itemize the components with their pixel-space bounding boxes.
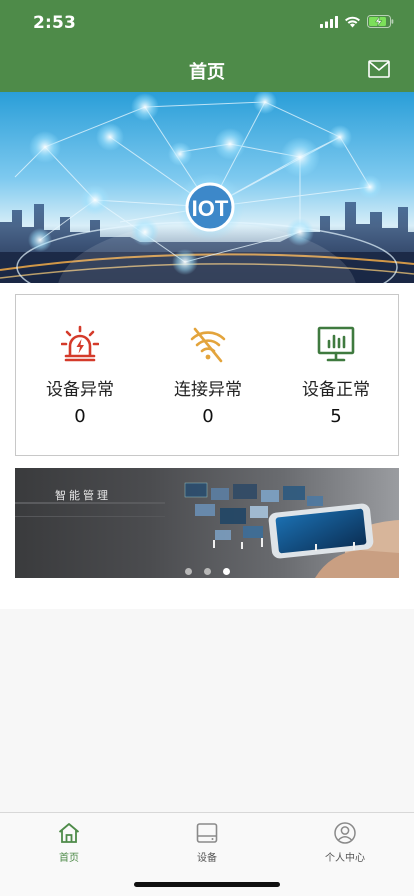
device-status-card: 设备异常 0 连接异常 0 设备正常 5 — [15, 294, 399, 456]
stat-value: 5 — [330, 406, 342, 427]
banner-title: 智能管理 — [55, 489, 111, 502]
status-bar: 2:53 — [0, 0, 414, 48]
carousel-dot-3[interactable] — [223, 568, 230, 575]
stat-value: 0 — [74, 406, 86, 427]
home-icon — [58, 823, 80, 843]
monitor-chart-icon — [317, 326, 355, 362]
user-icon — [334, 822, 356, 844]
stat-value: 0 — [202, 406, 214, 427]
tab-home[interactable]: 首页 — [0, 813, 138, 873]
tab-label: 首页 — [59, 853, 79, 864]
carousel-pagination — [185, 568, 230, 575]
tab-label: 个人中心 — [325, 853, 365, 864]
alarm-light-icon — [61, 325, 99, 362]
wifi-off-icon — [190, 327, 226, 363]
stat-connection-abnormal[interactable]: 连接异常 0 — [144, 295, 272, 455]
iot-network-illustration: IOT — [0, 92, 414, 283]
app-header: 2:53 首页 — [0, 0, 414, 92]
stat-label: 设备异常 — [46, 380, 114, 400]
stat-device-abnormal[interactable]: 设备异常 0 — [16, 295, 144, 455]
hero-banner: IOT — [0, 92, 414, 283]
smart-management-banner[interactable]: 智能管理 — [15, 468, 399, 578]
device-icon — [196, 823, 218, 843]
status-icons — [320, 15, 394, 28]
stat-label: 设备正常 — [302, 380, 370, 400]
banner-illustration — [15, 482, 399, 578]
status-time: 2:53 — [33, 13, 77, 33]
stat-device-normal[interactable]: 设备正常 5 — [272, 295, 400, 455]
carousel-dot-1[interactable] — [185, 568, 192, 575]
tab-label: 设备 — [197, 853, 217, 864]
battery-charging-icon — [367, 15, 394, 28]
mail-icon[interactable] — [368, 60, 390, 78]
carousel-dot-2[interactable] — [204, 568, 211, 575]
signal-icon — [320, 15, 338, 28]
home-indicator — [134, 882, 280, 887]
tab-device[interactable]: 设备 — [138, 813, 276, 873]
tab-profile[interactable]: 个人中心 — [276, 813, 414, 873]
stat-label: 连接异常 — [174, 380, 242, 400]
wifi-icon — [345, 16, 360, 27]
page-title: 首页 — [189, 62, 225, 83]
iot-badge: IOT — [192, 196, 229, 221]
